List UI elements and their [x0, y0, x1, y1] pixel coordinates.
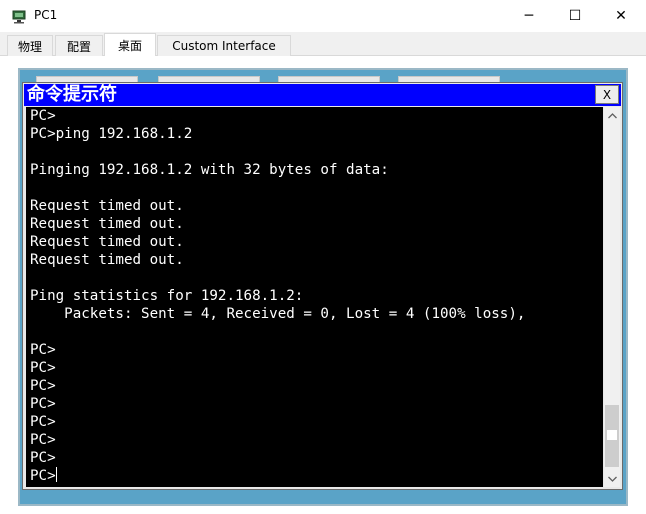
terminal-line: Pinging 192.168.1.2 with 32 bytes of dat… [30, 162, 389, 178]
terminal-line: Request timed out. [30, 216, 184, 232]
tab-desktop[interactable]: 桌面 [104, 33, 156, 57]
text-cursor [55, 467, 57, 482]
close-icon: ✕ [615, 8, 627, 24]
command-prompt-window: 命令提示符 X PC> PC>ping 192.168.1.2 Pinging 19… [22, 82, 623, 490]
terminal-scrollbar[interactable] [604, 107, 620, 487]
terminal-line: PC> [30, 360, 56, 376]
command-prompt-title: 命令提示符 [27, 84, 117, 105]
minimize-button[interactable]: ─ [506, 0, 552, 32]
terminal-line: PC> [30, 342, 56, 358]
tab-bar: 物理 配置 桌面 Custom Interface [0, 32, 646, 57]
terminal-line: Request timed out. [30, 234, 184, 250]
tab-custom-interface[interactable]: Custom Interface [157, 35, 291, 56]
terminal-line: Ping statistics for 192.168.1.2: [30, 288, 304, 304]
terminal-line: PC> [30, 432, 56, 448]
pc-app-icon [12, 9, 28, 24]
terminal-line: Packets: Sent = 4, Received = 0, Lost = … [30, 306, 526, 322]
command-prompt-close-button[interactable]: X [595, 85, 619, 104]
terminal-line: Request timed out. [30, 252, 184, 268]
tab-physical[interactable]: 物理 [7, 35, 53, 56]
terminal-line: PC> [30, 467, 57, 484]
terminal-line: PC>ping 192.168.1.2 [30, 126, 193, 142]
terminal-line: PC> [30, 108, 56, 124]
terminal-line: Request timed out. [30, 198, 184, 214]
arrow-up-icon[interactable] [604, 107, 620, 124]
window-titlebar: PC1 ─ ☐ ✕ [0, 0, 646, 32]
maximize-button[interactable]: ☐ [552, 0, 598, 32]
terminal-line: PC> [30, 450, 56, 466]
close-window-button[interactable]: ✕ [598, 0, 644, 32]
scrollbar-grip [607, 430, 617, 440]
terminal-line: PC> [30, 396, 56, 412]
scrollbar-thumb[interactable] [605, 405, 619, 467]
terminal-line: PC> [30, 414, 56, 430]
terminal-output[interactable]: PC> PC>ping 192.168.1.2 Pinging 192.168.1.… [26, 107, 603, 487]
window-title: PC1 [34, 8, 58, 22]
minimize-icon: ─ [524, 8, 534, 24]
arrow-down-icon[interactable] [604, 470, 620, 487]
maximize-icon: ☐ [568, 8, 582, 24]
terminal-line: PC> [30, 378, 56, 394]
tab-config[interactable]: 配置 [55, 35, 103, 56]
command-prompt-titlebar: 命令提示符 [24, 84, 621, 106]
